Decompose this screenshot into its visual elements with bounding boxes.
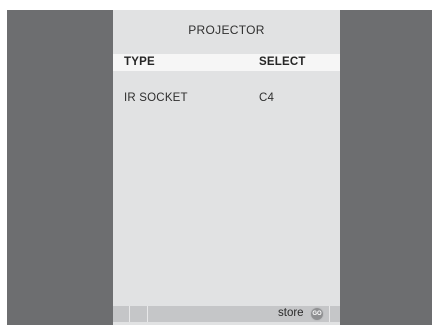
go-button-label: GO (312, 311, 322, 317)
column-header-type: TYPE (124, 56, 155, 68)
row-select-value[interactable]: C4 (259, 92, 274, 104)
column-header-select: SELECT (259, 56, 306, 68)
footer-bar: store GO (113, 306, 340, 322)
go-button-icon[interactable]: GO (310, 307, 324, 321)
footer-divider (147, 306, 148, 322)
menu-title: PROJECTOR (188, 23, 265, 37)
tv-screen: PROJECTOR TYPE SELECT IR SOCKET C4 store… (7, 10, 432, 325)
menu-panel: PROJECTOR TYPE SELECT IR SOCKET C4 store… (113, 10, 340, 325)
menu-row-ir-socket[interactable]: IR SOCKET C4 (113, 92, 340, 108)
footer-divider (129, 306, 130, 322)
column-header-row: TYPE SELECT (113, 54, 340, 71)
row-type-label: IR SOCKET (124, 92, 188, 104)
store-label: store (278, 307, 304, 319)
footer-divider (329, 306, 330, 322)
